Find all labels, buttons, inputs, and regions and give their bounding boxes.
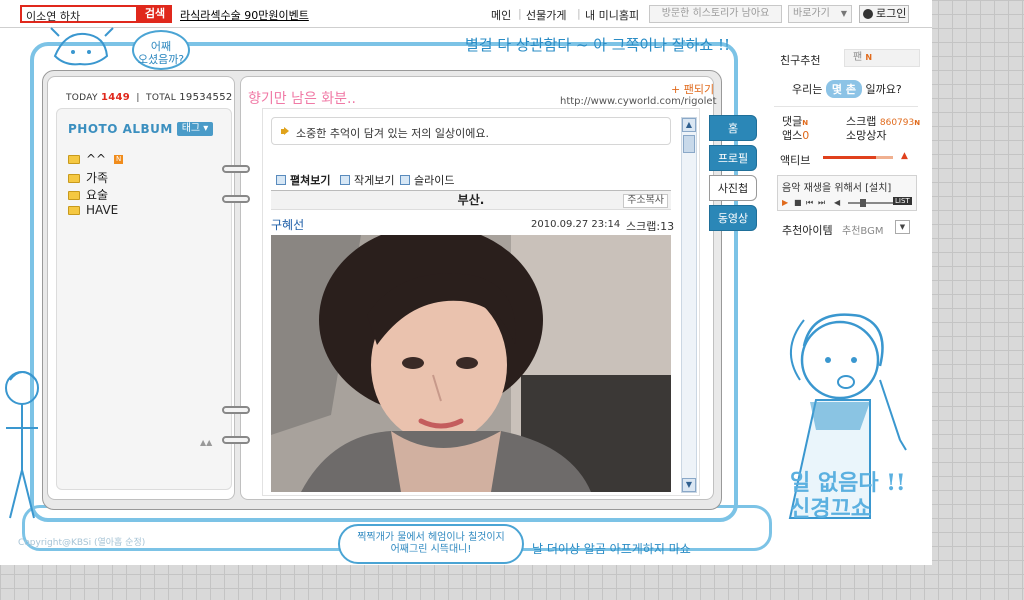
active-label: 액티브: [780, 154, 811, 167]
total-count: 19534552: [179, 92, 233, 103]
play-icon[interactable]: ▶: [782, 198, 788, 207]
search-input[interactable]: 이소연 하차: [20, 5, 138, 23]
divider: [774, 106, 918, 107]
goto-label: 바로가기: [793, 8, 830, 19]
post-photo[interactable]: [271, 235, 671, 492]
login-label: 로그인: [876, 7, 907, 20]
post-title: 부산.: [457, 193, 485, 207]
page-url[interactable]: http://www.cyworld.com/rigolet: [560, 96, 717, 107]
tab-photo-album[interactable]: 사진첩: [709, 175, 757, 201]
visit-history-box[interactable]: 방문한 히스토리가 남아요: [649, 5, 782, 23]
apps-stat[interactable]: 앱스0: [782, 127, 809, 143]
folder-item[interactable]: 가족: [68, 169, 108, 186]
folder-icon: [68, 155, 80, 164]
photo-portrait: [271, 235, 671, 492]
post-date: 2010.09.27 23:14: [531, 219, 621, 230]
goto-dropdown[interactable]: 바로가기 ▼: [788, 5, 852, 23]
music-install-text[interactable]: 음악 재생을 위해서 [설치]: [782, 179, 891, 194]
relation-question: 우리는 몇 촌 일까요?: [792, 80, 902, 98]
folder-item[interactable]: 요술: [68, 186, 108, 203]
speaker-icon: [281, 127, 291, 136]
boy-sketch-left: [5, 371, 39, 519]
minihompy-title: 향기만 남은 화분..: [248, 91, 356, 107]
copyright-text: Copyright@KBSi (열아홉 순정): [18, 538, 146, 548]
handwritten-phrase-bottom: 날 더이상 알곰 아프게하지 마쇼: [532, 542, 691, 556]
binder-ring: [222, 436, 250, 444]
expand-view-icon: [276, 175, 286, 185]
view-small-button[interactable]: 작게보기: [340, 172, 394, 188]
nav-my-minihompy[interactable]: 내 미니홈피: [577, 7, 639, 23]
slideshow-icon: [400, 175, 410, 185]
binder-ring: [222, 195, 250, 203]
handwritten-phrase-right: 일 없음다 !! 신경끄쇼: [790, 470, 906, 522]
recommend-item-link[interactable]: 추천아이템: [782, 222, 833, 238]
search-button[interactable]: 검색: [138, 5, 172, 23]
folder-item[interactable]: HAVE: [68, 203, 118, 217]
girl-sketch-top-left: [50, 27, 114, 66]
arrow-up-icon: ▲: [901, 151, 908, 161]
speech-cloud-bottom: 찍찍개가 물에서 헤엄이나 칠것이지 어째그린 시뜩대니!: [338, 524, 524, 564]
post-author[interactable]: 구혜선: [271, 216, 304, 233]
prev-icon[interactable]: ⏮: [806, 198, 813, 208]
stop-icon[interactable]: ■: [794, 198, 802, 207]
tab-profile[interactable]: 프로필: [709, 145, 757, 171]
folder-icon: [68, 174, 80, 183]
volume-knob[interactable]: [860, 199, 866, 207]
music-player: 음악 재생을 위해서 [설치] ▶ ■ ⏮ ⏭ ◀ LIST: [777, 175, 917, 211]
album-title: PHOTO ALBUM: [68, 122, 173, 136]
copy-address-button[interactable]: 주소복사: [623, 194, 668, 208]
folder-icon: [68, 191, 80, 200]
tab-home[interactable]: 홈: [709, 115, 757, 141]
activity-bar: [823, 156, 893, 159]
visitor-counter: TODAY 1449 | TOTAL 19534552: [66, 92, 233, 103]
wish-box-link[interactable]: 소망상자: [846, 127, 886, 143]
post-header: 부산. 주소복사: [271, 190, 671, 210]
volume-slider[interactable]: [848, 199, 894, 207]
nav-gift-shop[interactable]: 선물가게: [518, 7, 567, 23]
folder-icon: [68, 206, 80, 215]
friend-recommend-label[interactable]: 친구추천: [780, 52, 820, 68]
scroll-thumb[interactable]: [683, 135, 695, 153]
activity-fill: [823, 156, 876, 159]
fan-button[interactable]: + 팬되기: [671, 81, 714, 97]
speech-cloud-top: 어째 오셨음까?: [132, 30, 190, 70]
folder-item[interactable]: ^^ N: [68, 152, 124, 166]
scroll-up-button[interactable]: ▲: [682, 118, 696, 132]
recommend-bgm-link[interactable]: 추천BGM: [842, 222, 883, 237]
chevron-down-icon: ▼: [899, 223, 906, 231]
playlist-button[interactable]: LIST: [893, 197, 912, 205]
scrap-count[interactable]: 스크랩:13: [626, 218, 674, 234]
collapse-arrows-icon[interactable]: ▲▲: [200, 438, 212, 447]
binder-ring: [222, 165, 250, 173]
grid-view-icon: [340, 175, 350, 185]
album-notice: 소중한 추억이 담겨 있는 저의 일상이에요.: [271, 117, 671, 145]
chevron-down-icon: ▼: [840, 9, 847, 18]
volume-icon[interactable]: ◀: [834, 198, 840, 207]
scroll-down-button[interactable]: ▼: [682, 478, 696, 492]
chevron-down-icon: ▾: [200, 123, 209, 134]
tag-dropdown[interactable]: 태그 ▾: [177, 122, 213, 136]
content-scrollbar[interactable]: ▲ ▼: [681, 117, 697, 493]
tab-video[interactable]: 동영상: [709, 205, 757, 231]
new-badge: N: [114, 155, 124, 164]
login-button[interactable]: 로그인: [859, 5, 909, 23]
new-badge: N: [865, 53, 873, 62]
binder-ring: [222, 406, 250, 414]
relation-badge[interactable]: 몇 촌: [825, 80, 862, 98]
recommend-dropdown[interactable]: ▼: [895, 220, 910, 234]
fan-box[interactable]: 팬 N: [844, 49, 920, 67]
handwritten-phrase-top: 별걸 다 상관함다 ~ 아 그쪽이나 잘하쇼 !!: [465, 36, 731, 54]
promo-link[interactable]: 라식라섹수술 90만원이벤트: [180, 7, 309, 23]
next-icon[interactable]: ⏭: [818, 198, 825, 208]
login-icon: [863, 9, 873, 19]
nav-main[interactable]: 메인: [491, 7, 511, 23]
plus-icon: +: [671, 83, 681, 96]
view-slide-button[interactable]: 슬라이드: [400, 172, 454, 188]
top-bar: 이소연 하차 검색 라식라섹수술 90만원이벤트 메인 선물가게 내 미니홈피 …: [0, 0, 932, 28]
view-expanded-button[interactable]: 펼쳐보기: [276, 172, 330, 188]
today-count: 1449: [100, 92, 131, 103]
